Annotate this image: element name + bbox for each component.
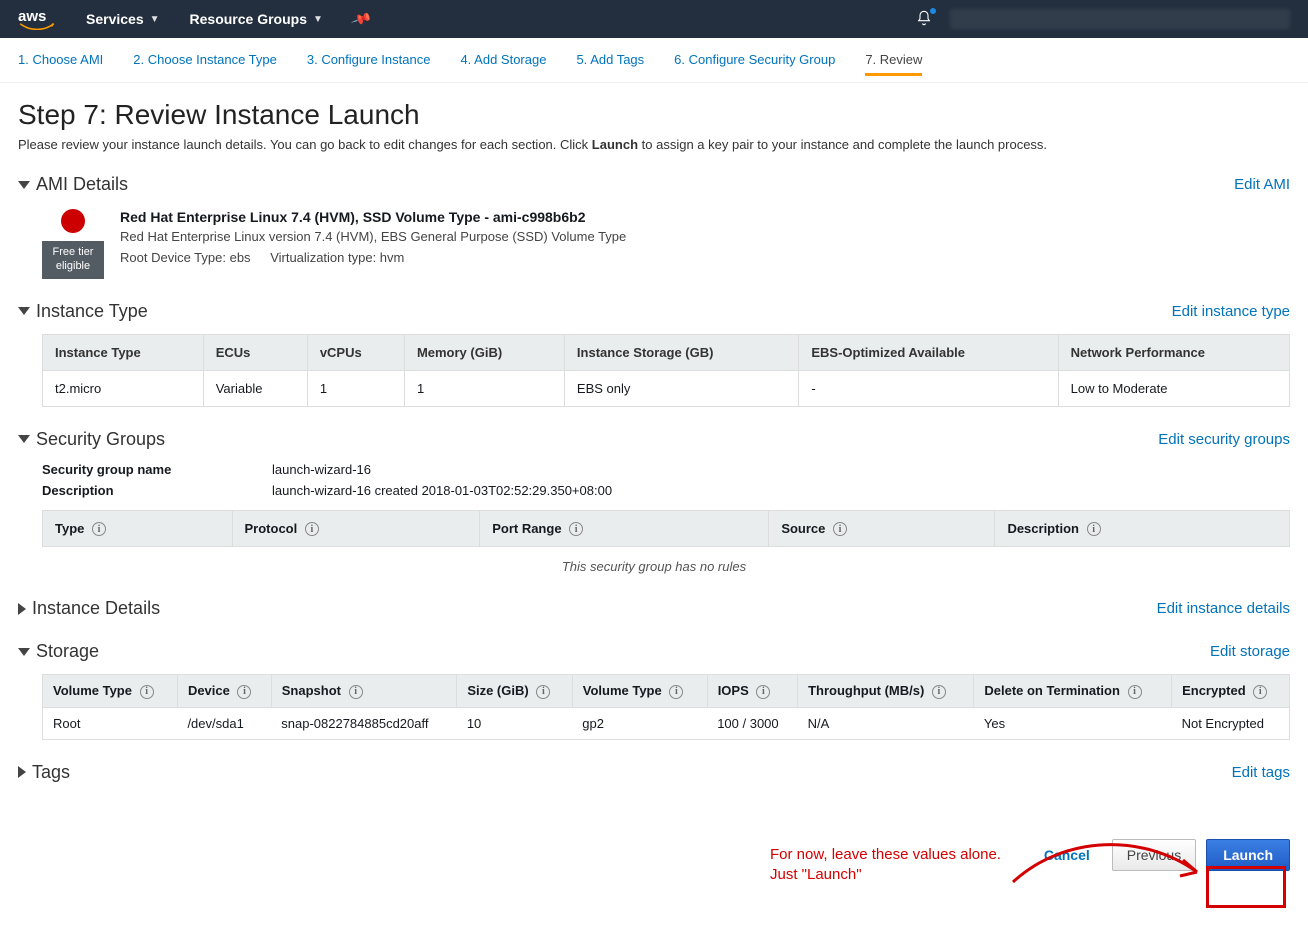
table-row: t2.micro Variable 1 1 EBS only - Low to … bbox=[43, 370, 1290, 406]
redhat-logo-icon bbox=[61, 209, 85, 233]
launch-button[interactable]: Launch bbox=[1206, 839, 1290, 871]
section-title-instance-details[interactable]: Instance Details bbox=[18, 598, 160, 619]
sg-empty: This security group has no rules bbox=[18, 547, 1290, 576]
info-icon[interactable]: i bbox=[1253, 685, 1267, 699]
info-icon[interactable]: i bbox=[833, 522, 847, 536]
col-delete-on-term: Delete on Termination i bbox=[974, 675, 1172, 708]
col-instance-type: Instance Type bbox=[43, 334, 204, 370]
edit-instance-details-link[interactable]: Edit instance details bbox=[1157, 600, 1290, 617]
wizard-step-2[interactable]: 2. Choose Instance Type bbox=[133, 52, 277, 76]
col-encrypted: Encrypted i bbox=[1172, 675, 1290, 708]
col-vcpus: vCPUs bbox=[307, 334, 404, 370]
chevron-down-icon: ▼ bbox=[313, 14, 323, 25]
wizard-step-4[interactable]: 4. Add Storage bbox=[460, 52, 546, 76]
edit-security-groups-link[interactable]: Edit security groups bbox=[1158, 431, 1290, 448]
edit-instance-type-link[interactable]: Edit instance type bbox=[1172, 303, 1290, 320]
account-region-area[interactable] bbox=[950, 9, 1290, 29]
nav-resource-groups[interactable]: Resource Groups ▼ bbox=[190, 11, 323, 27]
nav-services[interactable]: Services ▼ bbox=[86, 11, 160, 27]
section-title-storage[interactable]: Storage bbox=[18, 641, 99, 662]
footer-buttons: Cancel Previous Launch bbox=[0, 823, 1308, 893]
info-icon[interactable]: i bbox=[1087, 522, 1101, 536]
info-icon[interactable]: i bbox=[140, 685, 154, 699]
notifications-bell-icon[interactable] bbox=[916, 10, 932, 29]
page-title: Step 7: Review Instance Launch bbox=[18, 99, 1290, 131]
ami-description: Red Hat Enterprise Linux version 7.4 (HV… bbox=[120, 229, 626, 244]
wizard-step-7[interactable]: 7. Review bbox=[865, 52, 922, 76]
wizard-step-1[interactable]: 1. Choose AMI bbox=[18, 52, 103, 76]
previous-button[interactable]: Previous bbox=[1112, 839, 1196, 871]
wizard-step-5[interactable]: 5. Add Tags bbox=[576, 52, 644, 76]
cancel-button[interactable]: Cancel bbox=[1032, 839, 1102, 871]
ami-name: Red Hat Enterprise Linux 7.4 (HVM), SSD … bbox=[120, 209, 626, 225]
chevron-down-icon: ▼ bbox=[150, 14, 160, 25]
col-source: Source i bbox=[769, 510, 995, 547]
section-title-instance-type[interactable]: Instance Type bbox=[18, 301, 148, 322]
info-icon[interactable]: i bbox=[536, 685, 550, 699]
col-type: Type i bbox=[43, 510, 233, 547]
wizard-steps: 1. Choose AMI 2. Choose Instance Type 3.… bbox=[0, 38, 1308, 83]
info-icon[interactable]: i bbox=[1128, 685, 1142, 699]
section-title-tags[interactable]: Tags bbox=[18, 762, 70, 783]
info-icon[interactable]: i bbox=[569, 522, 583, 536]
info-icon[interactable]: i bbox=[669, 685, 683, 699]
col-snapshot: Snapshot i bbox=[271, 675, 457, 708]
edit-ami-link[interactable]: Edit AMI bbox=[1234, 176, 1290, 193]
pin-icon[interactable]: 📌 bbox=[350, 8, 373, 31]
instance-type-table: Instance Type ECUs vCPUs Memory (GiB) In… bbox=[42, 334, 1290, 407]
info-icon[interactable]: i bbox=[305, 522, 319, 536]
wizard-step-3[interactable]: 3. Configure Instance bbox=[307, 52, 431, 76]
nav-services-label: Services bbox=[86, 11, 144, 27]
section-title-security-groups[interactable]: Security Groups bbox=[18, 429, 165, 450]
ami-meta: Root Device Type: ebs Virtualization typ… bbox=[120, 250, 626, 265]
info-icon[interactable]: i bbox=[237, 685, 251, 699]
info-icon[interactable]: i bbox=[349, 685, 363, 699]
caret-down-icon bbox=[18, 648, 30, 656]
info-icon[interactable]: i bbox=[756, 685, 770, 699]
section-title-ami[interactable]: AMI Details bbox=[18, 174, 128, 195]
col-device: Device i bbox=[177, 675, 271, 708]
caret-down-icon bbox=[18, 435, 30, 443]
col-size: Size (GiB) i bbox=[457, 675, 572, 708]
sg-desc: launch-wizard-16 created 2018-01-03T02:5… bbox=[272, 483, 612, 498]
col-voltype2: Volume Type i bbox=[572, 675, 707, 708]
col-port-range: Port Range i bbox=[480, 510, 769, 547]
aws-logo[interactable]: aws bbox=[18, 8, 56, 30]
free-tier-badge: Free tier eligible bbox=[42, 241, 104, 279]
notification-dot-icon bbox=[930, 8, 936, 14]
wizard-step-6[interactable]: 6. Configure Security Group bbox=[674, 52, 835, 76]
sg-name: launch-wizard-16 bbox=[272, 462, 371, 477]
col-memory: Memory (GiB) bbox=[404, 334, 564, 370]
caret-right-icon bbox=[18, 603, 26, 615]
caret-right-icon bbox=[18, 766, 26, 778]
edit-tags-link[interactable]: Edit tags bbox=[1232, 764, 1290, 781]
sg-rules-table: Type i Protocol i Port Range i Source i … bbox=[42, 510, 1290, 548]
aws-top-nav: aws Services ▼ Resource Groups ▼ 📌 bbox=[0, 0, 1308, 38]
edit-storage-link[interactable]: Edit storage bbox=[1210, 643, 1290, 660]
col-throughput: Throughput (MB/s) i bbox=[798, 675, 974, 708]
page-subhead: Please review your instance launch detai… bbox=[18, 137, 1290, 152]
col-iops: IOPS i bbox=[707, 675, 797, 708]
col-protocol: Protocol i bbox=[232, 510, 480, 547]
info-icon[interactable]: i bbox=[92, 522, 106, 536]
caret-down-icon bbox=[18, 307, 30, 315]
storage-table: Volume Type i Device i Snapshot i Size (… bbox=[42, 674, 1290, 740]
sg-name-label: Security group name bbox=[42, 462, 212, 477]
col-volume-type: Volume Type i bbox=[43, 675, 178, 708]
sg-desc-label: Description bbox=[42, 483, 212, 498]
col-ecus: ECUs bbox=[203, 334, 307, 370]
table-row: Root /dev/sda1 snap-0822784885cd20aff 10… bbox=[43, 707, 1290, 739]
nav-resource-groups-label: Resource Groups bbox=[190, 11, 307, 27]
info-icon[interactable]: i bbox=[932, 685, 946, 699]
col-instance-storage: Instance Storage (GB) bbox=[564, 334, 798, 370]
col-description: Description i bbox=[995, 510, 1290, 547]
caret-down-icon bbox=[18, 181, 30, 189]
col-ebs-optimized: EBS-Optimized Available bbox=[799, 334, 1058, 370]
col-network-perf: Network Performance bbox=[1058, 334, 1289, 370]
